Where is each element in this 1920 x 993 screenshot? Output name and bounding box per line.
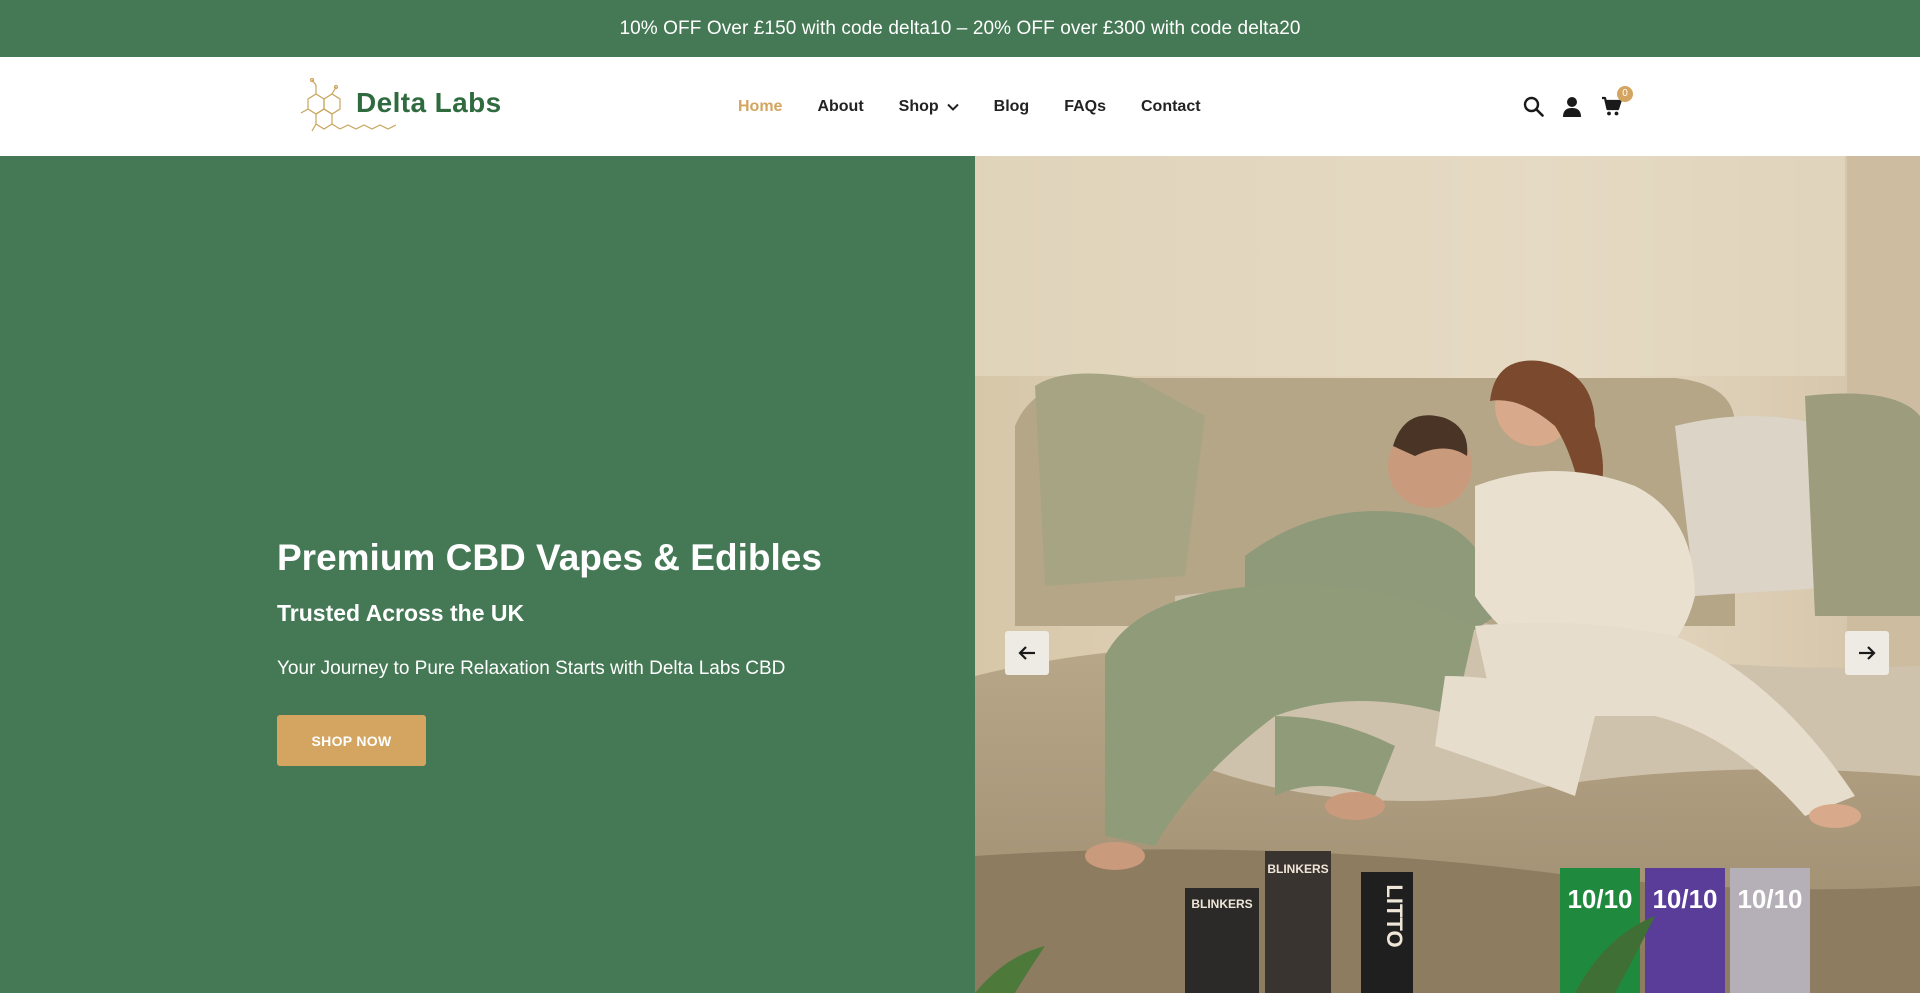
nav-home[interactable]: Home <box>738 98 782 116</box>
brand-name: Delta Labs <box>356 87 502 118</box>
search-button[interactable] <box>1522 96 1544 118</box>
site-logo[interactable]: Delta Labs <box>292 73 512 137</box>
slider-prev-button[interactable] <box>1005 631 1049 675</box>
product-label-5: 10/10 <box>1652 884 1717 914</box>
hero-subtitle: Trusted Across the UK <box>277 600 525 626</box>
cart-button[interactable]: 0 <box>1600 85 1633 118</box>
hero-text: Your Journey to Pure Relaxation Starts w… <box>277 658 786 679</box>
cart-count-badge: 0 <box>1617 85 1633 102</box>
nav-faqs-label: FAQs <box>1064 97 1106 115</box>
arrow-left-icon <box>1018 646 1035 660</box>
nav-about-label: About <box>817 97 864 115</box>
nav-contact-label: Contact <box>1141 97 1201 115</box>
hero-content-panel: Premium CBD Vapes & Edibles Trusted Acro… <box>0 156 975 993</box>
hero-slider: Premium CBD Vapes & Edibles Trusted Acro… <box>0 156 1920 993</box>
main-nav: Home About Shop Blog FAQs Contact <box>738 57 1236 156</box>
product-label-4: 10/10 <box>1567 884 1632 914</box>
product-label-1: BLINKERS <box>1191 897 1252 911</box>
arrow-right-icon <box>1859 646 1876 660</box>
product-label-2: BLINKERS <box>1267 862 1328 876</box>
nav-about[interactable]: About <box>817 98 863 116</box>
shop-now-button[interactable]: SHOP NOW <box>277 715 426 766</box>
nav-blog-label: Blog <box>993 97 1030 115</box>
nav-home-label: Home <box>738 97 783 115</box>
nav-faqs[interactable]: FAQs <box>1064 98 1106 116</box>
nav-contact[interactable]: Contact <box>1141 98 1201 116</box>
search-icon <box>1523 96 1544 117</box>
product-label-3: LITTO <box>1382 884 1407 947</box>
hero-title: Premium CBD Vapes & Edibles <box>277 537 822 578</box>
account-button[interactable] <box>1561 96 1583 118</box>
user-icon <box>1563 97 1581 117</box>
nav-shop[interactable]: Shop <box>899 98 959 116</box>
slider-next-button[interactable] <box>1845 631 1889 675</box>
hero-image: BLINKERS BLINKERS LITTO 10/10 10/10 10/1… <box>975 156 1920 993</box>
nav-blog[interactable]: Blog <box>994 98 1030 116</box>
product-label-6: 10/10 <box>1737 884 1802 914</box>
chevron-down-icon <box>946 103 959 111</box>
header-icons: 0 <box>1522 57 1639 156</box>
couple-on-sofa-image: BLINKERS BLINKERS LITTO 10/10 10/10 10/1… <box>975 156 1920 993</box>
announcement-bar: 10% OFF Over £150 with code delta10 – 20… <box>0 0 1920 57</box>
nav-shop-label: Shop <box>898 97 939 115</box>
site-header: Delta Labs Home About Shop Blog FAQs Con… <box>0 57 1920 156</box>
announcement-text: 10% OFF Over £150 with code delta10 – 20… <box>619 17 1301 39</box>
